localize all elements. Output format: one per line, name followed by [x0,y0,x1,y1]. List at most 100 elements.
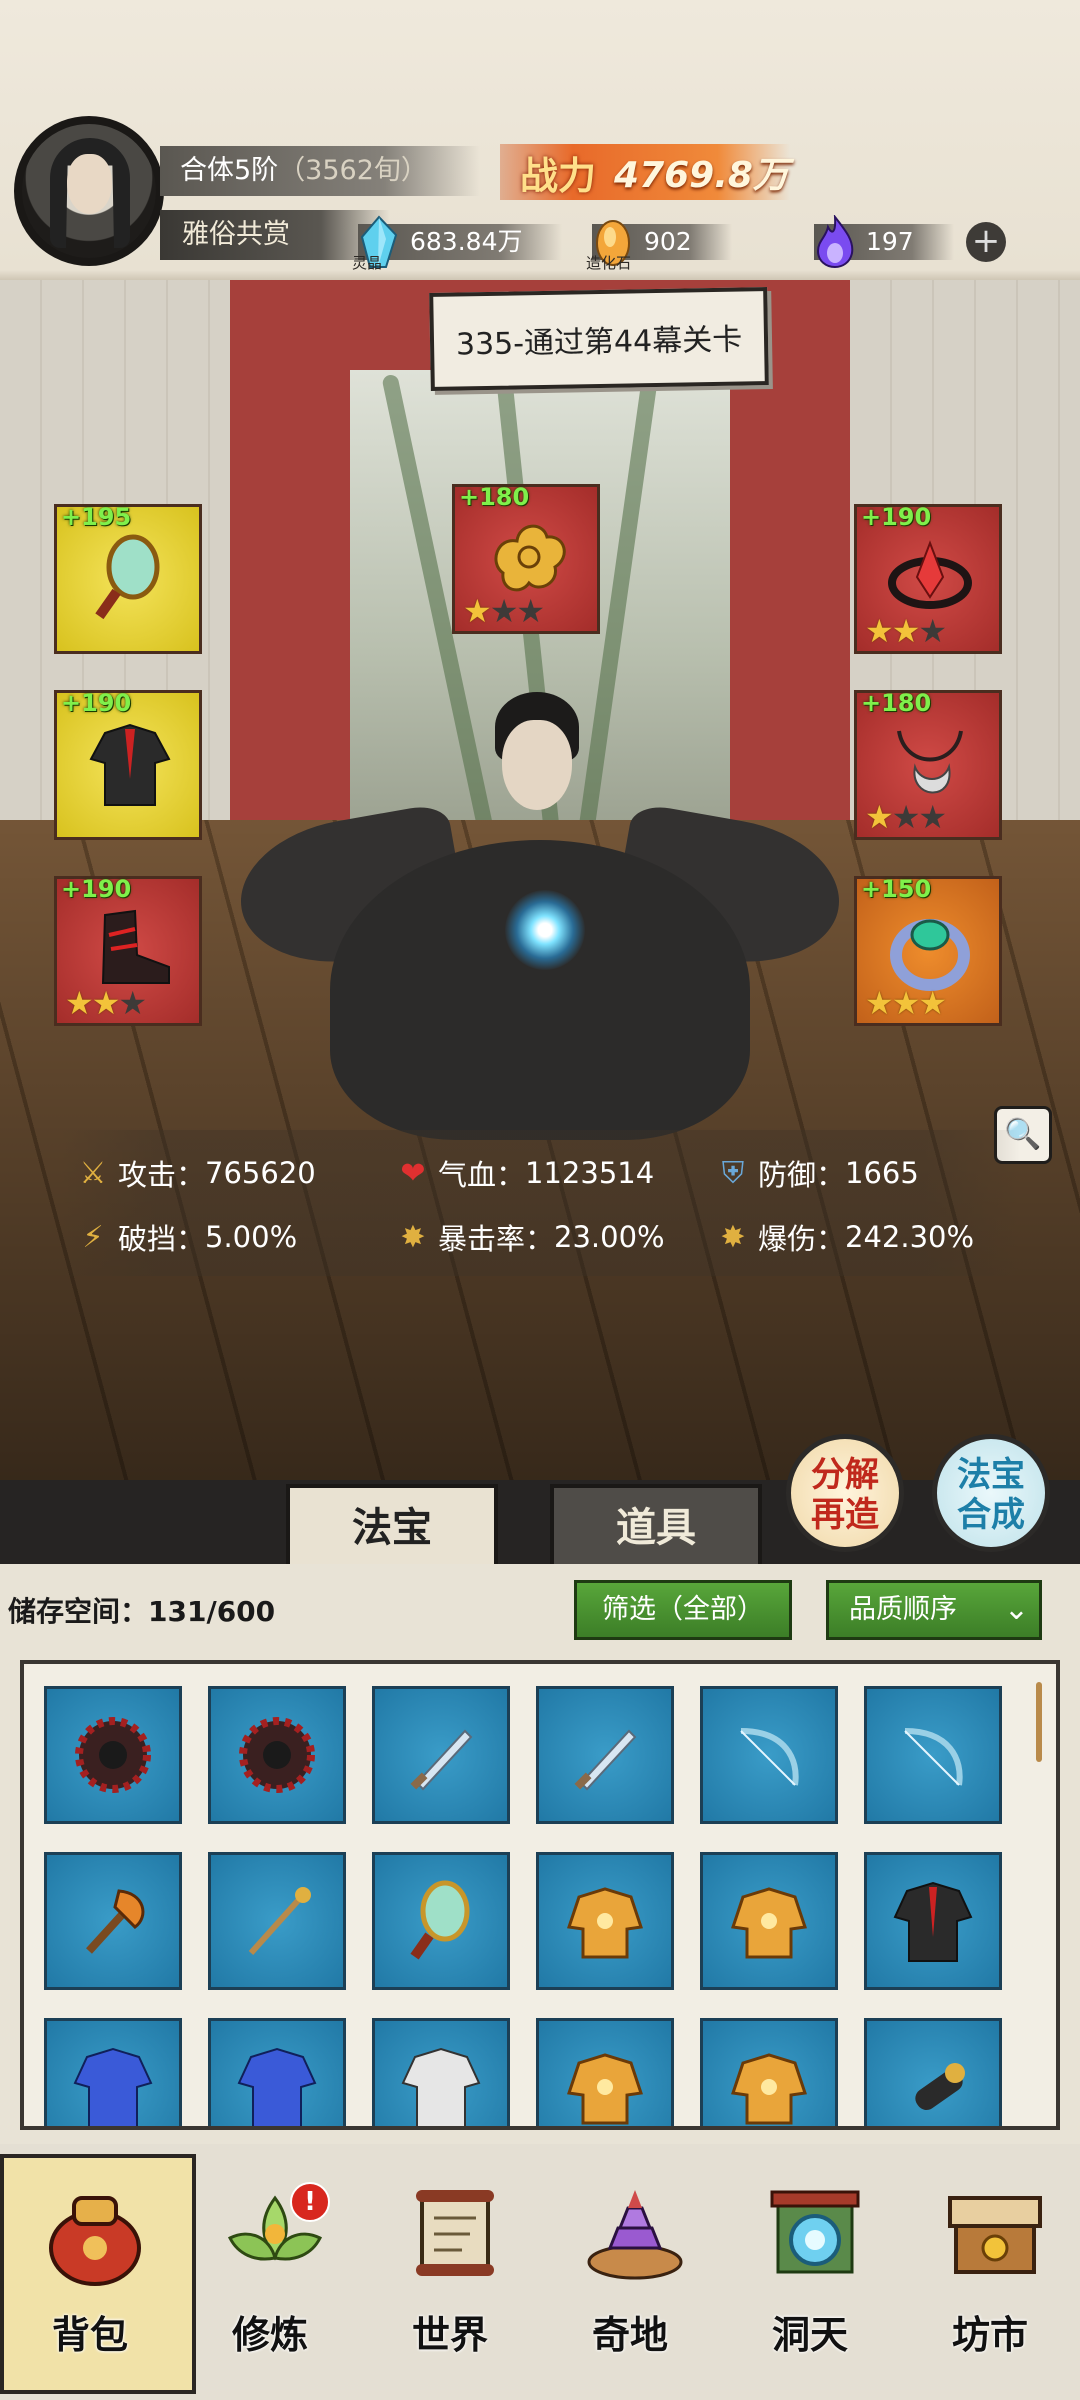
inventory-slot[interactable] [208,1686,346,1824]
boots-icon [101,909,170,984]
stat-label: 气血： [438,1158,526,1192]
decompose-button[interactable]: 分解 再造 [786,1434,904,1552]
crown-icon [888,540,972,609]
mirror-icon [410,1880,470,1960]
equip-slot-right-3[interactable]: +150 ★★★ [854,875,1002,1026]
spirit-orb [505,890,585,970]
star-filled-icon: ★ [91,984,121,1022]
creation-stone-caption: 造化石 [586,254,632,272]
stat-value: 23.00% [554,1220,665,1254]
storage-label: 储存空间： [8,1595,149,1628]
star-empty-icon: ★ [918,798,947,836]
heart-icon: ❤ [400,1155,426,1191]
inventory-slot[interactable] [536,2018,674,2126]
nav-bag[interactable]: 背包 [0,2144,196,2400]
stat-value: 242.30% [845,1220,975,1254]
equip-slot-right-1[interactable]: +190 ★★★ [854,503,1002,654]
cloud-pendant-icon [494,524,566,592]
star-empty-icon: ★ [918,612,947,650]
inventory-slot[interactable] [700,1686,838,1824]
inventory-slot[interactable] [536,1852,674,1990]
sort-dropdown[interactable]: 品质顺序 ⌄ [826,1580,1042,1640]
inventory-slot[interactable] [44,2018,182,2126]
storage-space: 储存空间：131/600 [8,1590,275,1630]
equip-slot-right-2[interactable]: +180 ★★★ [854,689,1002,840]
inventory-slot[interactable] [864,1852,1002,1990]
stage-banner[interactable]: 335-通过第44幕关卡 [429,287,769,391]
star-empty-icon: ★ [891,798,921,836]
button-line-2: 合成 [957,1495,1025,1535]
shield-icon: ⛨ [721,1155,745,1191]
resource-spirit-crystal: 灵晶 683.84万 [352,215,563,272]
inventory-slot[interactable] [208,1852,346,1990]
stage-label: 335-通过第44幕关卡 [455,322,743,363]
tab-daoju[interactable]: 道具 [550,1484,762,1564]
player-avatar[interactable] [14,116,164,266]
equip-slot-left-3[interactable]: +190 ★★★ [54,875,202,1026]
inventory-slot[interactable] [208,2018,346,2126]
stat-value: 765620 [205,1156,316,1190]
equip-slot-left-1[interactable]: +195 [54,503,202,654]
stat-label: 破挡： [118,1222,206,1256]
scroll-map-icon [416,2190,494,2276]
sort-label: 品质顺序 [849,1594,957,1625]
button-line-1: 法宝 [957,1455,1025,1495]
nav-label: 世界 [411,2312,488,2357]
inventory-slot[interactable] [536,1686,674,1824]
stat-label: 攻击： [118,1158,206,1192]
tab-fabao[interactable]: 法宝 [286,1484,498,1564]
compose-button[interactable]: 法宝 合成 [932,1434,1050,1552]
nav-label: 坊市 [951,2312,1028,2357]
stat-value: 5.00% [205,1220,298,1254]
mirror-icon [95,534,160,620]
add-resource-button[interactable]: + [966,222,1006,262]
inventory-slot[interactable] [864,2018,1002,2126]
broken-shield-icon: ⚡ [82,1219,104,1255]
star-rating: ★★★ [463,592,545,630]
inventory-grid-frame [20,1660,1060,2130]
stat-label: 防御： [758,1158,846,1192]
inventory-slot[interactable] [44,1852,182,1990]
nav-world[interactable]: 世界 [360,2144,540,2400]
resource-creation-stone: 造化石 902 [586,220,732,272]
nav-cultivate[interactable]: 修炼 [180,2144,360,2400]
star-rating: ★★★ [65,984,147,1022]
star-filled-icon: ★ [65,984,94,1022]
star-rating: ★★★ [865,612,947,650]
equip-slot-left-2[interactable]: +190 [54,689,202,840]
nav-label: 背包 [51,2312,128,2357]
sword-icon: ⚔ [79,1155,107,1191]
inventory-slot[interactable] [44,1686,182,1824]
spiked-wheel-icon [239,1717,315,1793]
white-armor-icon [401,2047,481,2126]
inventory-slot[interactable] [372,1852,510,1990]
inventory-slot[interactable] [700,1852,838,1990]
nav-cave-heaven[interactable]: 洞天 [720,2144,900,2400]
stat-crit-rate: ✸ 暴击率： 23.00% [396,1216,665,1258]
golden-armor-icon [731,2053,807,2125]
storage-value: 131/600 [148,1595,276,1628]
inventory-slot[interactable] [372,2018,510,2126]
realm-detail: （3562旬） [278,155,428,186]
equip-slot-top[interactable]: +180 ★★★ [452,483,600,634]
star-rating: ★★★ [865,987,947,1019]
staff-icon [248,1887,311,1956]
scrollbar[interactable] [1036,1682,1042,1762]
star-empty-icon: ★ [489,592,519,630]
robe-icon [893,1881,973,1962]
nav-market[interactable]: 坊市 [900,2144,1080,2400]
slot-bonus: +195 [61,503,132,531]
nav-secret-land[interactable]: 奇地 [540,2144,720,2400]
star-rating: ★★★ [865,798,947,836]
stat-hp: ❤ 气血： 1123514 [396,1152,654,1194]
star-filled-icon: ★ [463,592,492,630]
inventory-slot[interactable] [700,2018,838,2126]
slot-bonus: +190 [61,875,132,903]
inventory-slot[interactable] [372,1686,510,1824]
filter-button[interactable]: 筛选（全部） [574,1580,792,1640]
inventory-slot[interactable] [864,1686,1002,1824]
spirit-crystal-caption: 灵晶 [352,254,383,272]
chevron-down-icon: ⌄ [1003,1592,1029,1627]
crit-damage-icon: ✸ [720,1219,746,1255]
stats-panel: ⚔ 攻击： 765620 ❤ 气血： 1123514 ⛨ 防御： 1665 ⚡ 破挡：… [60,1130,1020,1276]
